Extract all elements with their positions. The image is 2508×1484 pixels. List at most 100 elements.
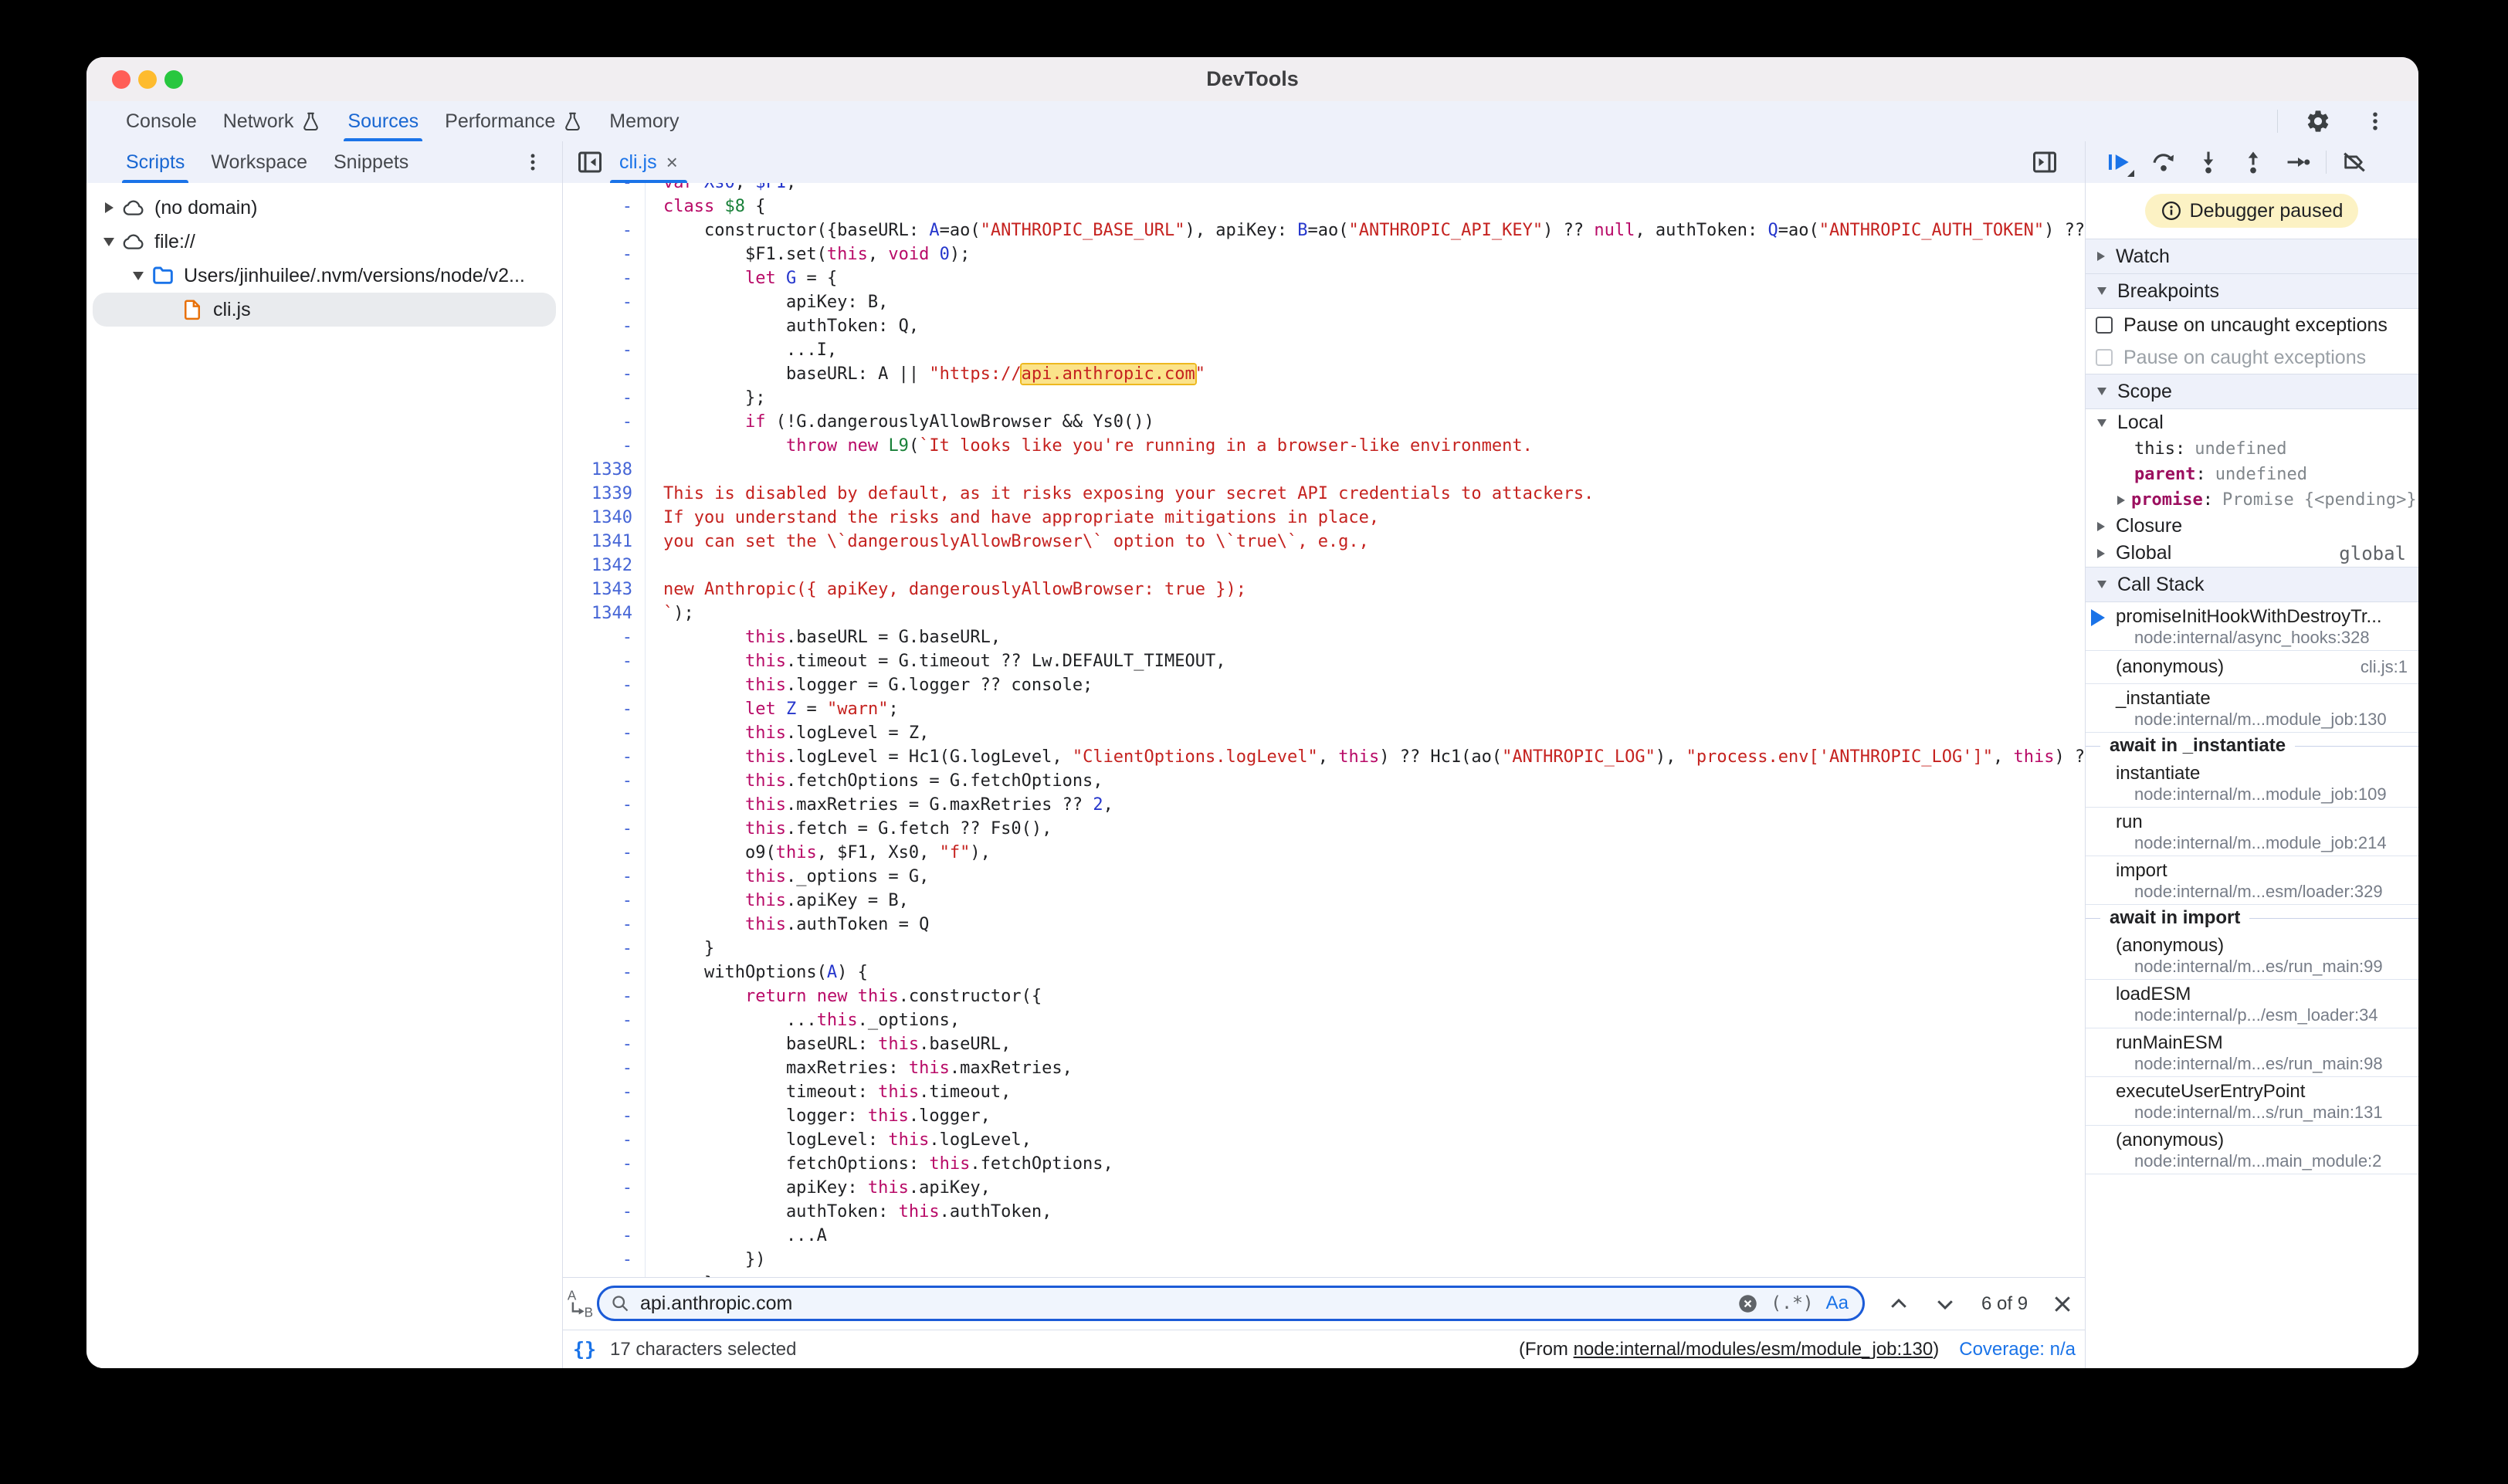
call-stack-frame[interactable]: _instantiatenode:internal/m...module_job… [2085, 684, 2418, 733]
tab-sources[interactable]: Sources [334, 101, 432, 141]
gutter-cell[interactable]: 1341 [562, 530, 646, 554]
gutter-cell[interactable]: - [562, 386, 646, 410]
step-into-button[interactable] [2191, 145, 2225, 179]
gutter-cell[interactable]: 1344 [562, 601, 646, 625]
section-watch[interactable]: Watch [2085, 239, 2418, 274]
gutter-cell[interactable]: - [562, 195, 646, 219]
call-stack-frame[interactable]: executeUserEntryPointnode:internal/m...s… [2085, 1077, 2418, 1126]
gutter-cell[interactable]: - [562, 1032, 646, 1056]
gutter-cell[interactable]: 1339 [562, 482, 646, 506]
gutter-cell[interactable]: 1342 [562, 554, 646, 578]
navigator-more-options-icon[interactable] [516, 145, 550, 179]
scope-variable-this[interactable]: this:undefined [2085, 436, 2418, 462]
checkbox[interactable] [2096, 317, 2113, 334]
gutter-cell[interactable]: - [562, 697, 646, 721]
close-search-icon[interactable] [2051, 1278, 2074, 1330]
scope-section-local[interactable]: Local [2085, 409, 2418, 436]
step-over-button[interactable] [2147, 145, 2181, 179]
gutter-cell[interactable]: - [562, 841, 646, 865]
gutter-cell[interactable]: - [562, 889, 646, 913]
match-case-toggle[interactable]: Aa [1826, 1293, 1849, 1314]
toggle-navigator-icon[interactable] [573, 145, 607, 179]
regex-toggle[interactable]: (.*) [1771, 1293, 1813, 1313]
settings-gear-icon[interactable] [2301, 104, 2335, 138]
gutter-cell[interactable]: - [562, 913, 646, 937]
next-result-button[interactable] [1934, 1278, 1957, 1330]
navigator-tab-workspace[interactable]: Workspace [198, 141, 320, 183]
step-button[interactable] [2281, 145, 2315, 179]
gutter-cell[interactable]: - [562, 434, 646, 458]
search-field[interactable]: (.*) Aa [597, 1286, 1865, 1321]
call-stack-frame[interactable]: (anonymous)node:internal/m...main_module… [2085, 1126, 2418, 1174]
scope-variable-parent[interactable]: parent:undefined [2085, 462, 2418, 487]
tab-network[interactable]: Network [210, 101, 335, 141]
gutter-cell[interactable]: - [562, 314, 646, 338]
gutter-cell[interactable]: - [562, 1080, 646, 1104]
gutter-cell[interactable]: - [562, 1176, 646, 1200]
gutter-cell[interactable]: 1340 [562, 506, 646, 530]
scope-section-global[interactable]: Globalglobal [2085, 540, 2418, 567]
resume-script-button[interactable] [2102, 145, 2136, 179]
call-stack-frame[interactable]: runnode:internal/m...module_job:214 [2085, 808, 2418, 856]
gutter-cell[interactable]: - [562, 1128, 646, 1152]
call-stack-frame[interactable]: loadESMnode:internal/p.../esm_loader:34 [2085, 980, 2418, 1028]
pretty-print-icon[interactable]: {} [573, 1330, 596, 1368]
gutter-cell[interactable]: - [562, 338, 646, 362]
navigator-tab-scripts[interactable]: Scripts [113, 141, 198, 183]
gutter-cell[interactable]: - [562, 984, 646, 1008]
scope-section-closure[interactable]: Closure [2085, 513, 2418, 540]
tree-item-cli-js[interactable]: cli.js [93, 293, 556, 327]
gutter-cell[interactable]: - [562, 266, 646, 290]
divider[interactable] [2085, 141, 2086, 1368]
gutter-cell[interactable]: - [562, 793, 646, 817]
chevron-right-icon[interactable] [99, 202, 119, 213]
chevron-down-icon[interactable] [128, 272, 148, 280]
gutter-cell[interactable]: - [562, 1224, 646, 1248]
gutter-cell[interactable]: - [562, 1248, 646, 1272]
source-map-link[interactable]: node:internal/modules/esm/module_job:130 [1574, 1339, 1934, 1360]
gutter-cell[interactable]: - [562, 183, 646, 195]
call-stack-frame[interactable]: (anonymous)node:internal/m...es/run_main… [2085, 931, 2418, 980]
tab-memory[interactable]: Memory [596, 101, 692, 141]
call-stack-frame[interactable]: instantiatenode:internal/m...module_job:… [2085, 759, 2418, 808]
editor-tab-clijs[interactable]: cli.js × [605, 141, 692, 183]
gutter-cell[interactable]: 1338 [562, 458, 646, 482]
code-viewer[interactable]: -var Xs0, $F1;-class $8 {- constructor({… [562, 183, 2085, 1278]
tab-performance[interactable]: Performance [432, 101, 596, 141]
tab-console[interactable]: Console [113, 101, 210, 141]
tree-item--no-domain-[interactable]: (no domain) [93, 191, 556, 225]
gutter-cell[interactable]: - [562, 649, 646, 673]
gutter-cell[interactable]: 1343 [562, 578, 646, 601]
replace-toggle-icon[interactable]: AB [564, 1287, 598, 1321]
call-stack-frame[interactable]: promiseInitHookWithDestroyTr...node:inte… [2085, 602, 2418, 651]
gutter-cell[interactable]: - [562, 721, 646, 745]
scope-variable-promise[interactable]: promise:Promise {<pending>} [2085, 487, 2418, 513]
call-stack-frame[interactable]: runMainESMnode:internal/m...es/run_main:… [2085, 1028, 2418, 1077]
gutter-cell[interactable]: - [562, 865, 646, 889]
gutter-cell[interactable]: - [562, 219, 646, 242]
gutter-cell[interactable]: - [562, 769, 646, 793]
section-scope[interactable]: Scope [2085, 374, 2418, 409]
call-stack-frame[interactable]: importnode:internal/m...esm/loader:329 [2085, 856, 2418, 905]
gutter-cell[interactable]: - [562, 410, 646, 434]
deactivate-breakpoints-button[interactable] [2337, 145, 2371, 179]
step-out-button[interactable] [2236, 145, 2270, 179]
divider[interactable] [562, 141, 563, 1368]
search-input[interactable] [639, 1292, 1737, 1316]
call-stack-frame[interactable]: (anonymous)cli.js:1 [2085, 651, 2418, 684]
gutter-cell[interactable]: - [562, 1104, 646, 1128]
previous-result-button[interactable] [1887, 1278, 1910, 1330]
gutter-cell[interactable]: - [562, 673, 646, 697]
gutter-cell[interactable]: - [562, 242, 646, 266]
gutter-cell[interactable]: - [562, 817, 646, 841]
gutter-cell[interactable]: - [562, 745, 646, 769]
gutter-cell[interactable]: - [562, 625, 646, 649]
gutter-cell[interactable]: - [562, 961, 646, 984]
gutter-cell[interactable]: - [562, 1056, 646, 1080]
gutter-cell[interactable]: - [562, 290, 646, 314]
coverage-link[interactable]: Coverage: n/a [1959, 1339, 2076, 1360]
tree-item-users-jinhuilee-nvm-versions-node-v2-[interactable]: Users/jinhuilee/.nvm/versions/node/v2... [93, 259, 556, 293]
clear-search-icon[interactable] [1737, 1293, 1758, 1314]
gutter-cell[interactable]: - [562, 1152, 646, 1176]
toggle-debugger-sidebar-icon[interactable] [2028, 145, 2062, 179]
